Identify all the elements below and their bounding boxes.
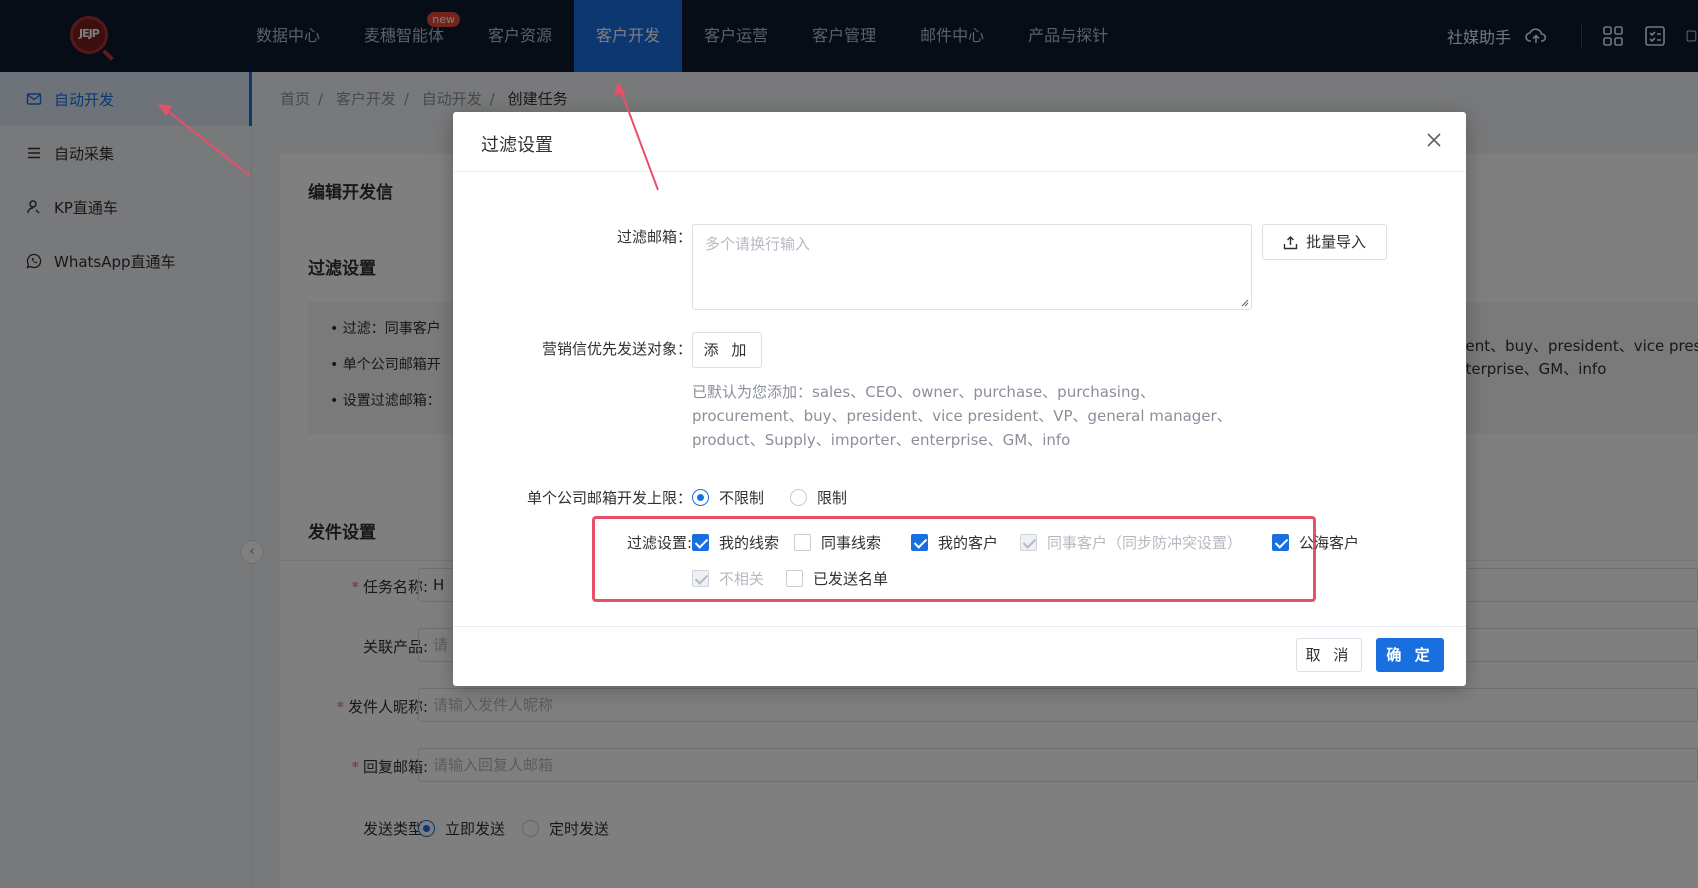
batch-import-button[interactable]: 批量导入 [1262,224,1387,260]
close-icon[interactable] [1424,130,1444,150]
radio-button[interactable] [692,489,709,506]
annotation-highlight-box [592,516,1316,602]
filter-my-leads-checkbox[interactable]: 我的线索 [692,532,779,553]
add-priority-button[interactable]: 添 加 [692,332,762,368]
filter-sent-list-checkbox[interactable]: 已发送名单 [786,568,888,589]
dialog-header: 过滤设置 [453,112,1466,172]
filter-settings-dialog: 过滤设置 过滤邮箱： 多个请换行输入 批量导入 营销信优先发送对象： 添 加 已… [453,112,1466,686]
dialog-footer-divider [453,626,1466,627]
confirm-button[interactable]: 确 定 [1376,638,1444,672]
filter-settings-label: 过滤设置: [626,534,692,552]
filter-colleague-leads-checkbox[interactable]: 同事线索 [794,532,881,553]
checkbox [692,570,709,587]
upload-icon [1283,235,1298,249]
filter-email-placeholder: 多个请换行输入 [705,235,811,253]
checkbox[interactable] [911,534,928,551]
checkbox[interactable] [692,534,709,551]
priority-target-label: 营销信优先发送对象： [541,340,692,358]
filter-colleague-customers-checkbox: 同事客户（同步防冲突设置） [1020,532,1242,553]
resize-grip-icon[interactable] [1239,297,1249,307]
filter-my-customers-checkbox[interactable]: 我的客户 [911,532,998,553]
limit-unlimited-radio[interactable]: 不限制 [692,487,764,508]
dialog-title: 过滤设置 [481,135,553,156]
company-limit-label: 单个公司邮箱开发上限： [526,489,692,507]
radio-button[interactable] [790,489,807,506]
filter-irrelevant-checkbox: 不相关 [692,568,764,589]
limit-limited-radio[interactable]: 限制 [790,487,847,508]
checkbox [1020,534,1037,551]
checkbox[interactable] [786,570,803,587]
filter-email-label: 过滤邮箱： [616,228,692,246]
checkbox[interactable] [794,534,811,551]
filter-email-textarea[interactable]: 多个请换行输入 [692,224,1252,310]
cancel-button[interactable]: 取 消 [1296,638,1362,672]
filter-public-customers-checkbox[interactable]: 公海客户 [1272,532,1359,553]
checkbox[interactable] [1272,534,1289,551]
default-keywords-text: 已默认为您添加：sales、CEO、owner、purchase、purchas… [692,383,1232,449]
batch-import-label: 批量导入 [1305,233,1366,251]
